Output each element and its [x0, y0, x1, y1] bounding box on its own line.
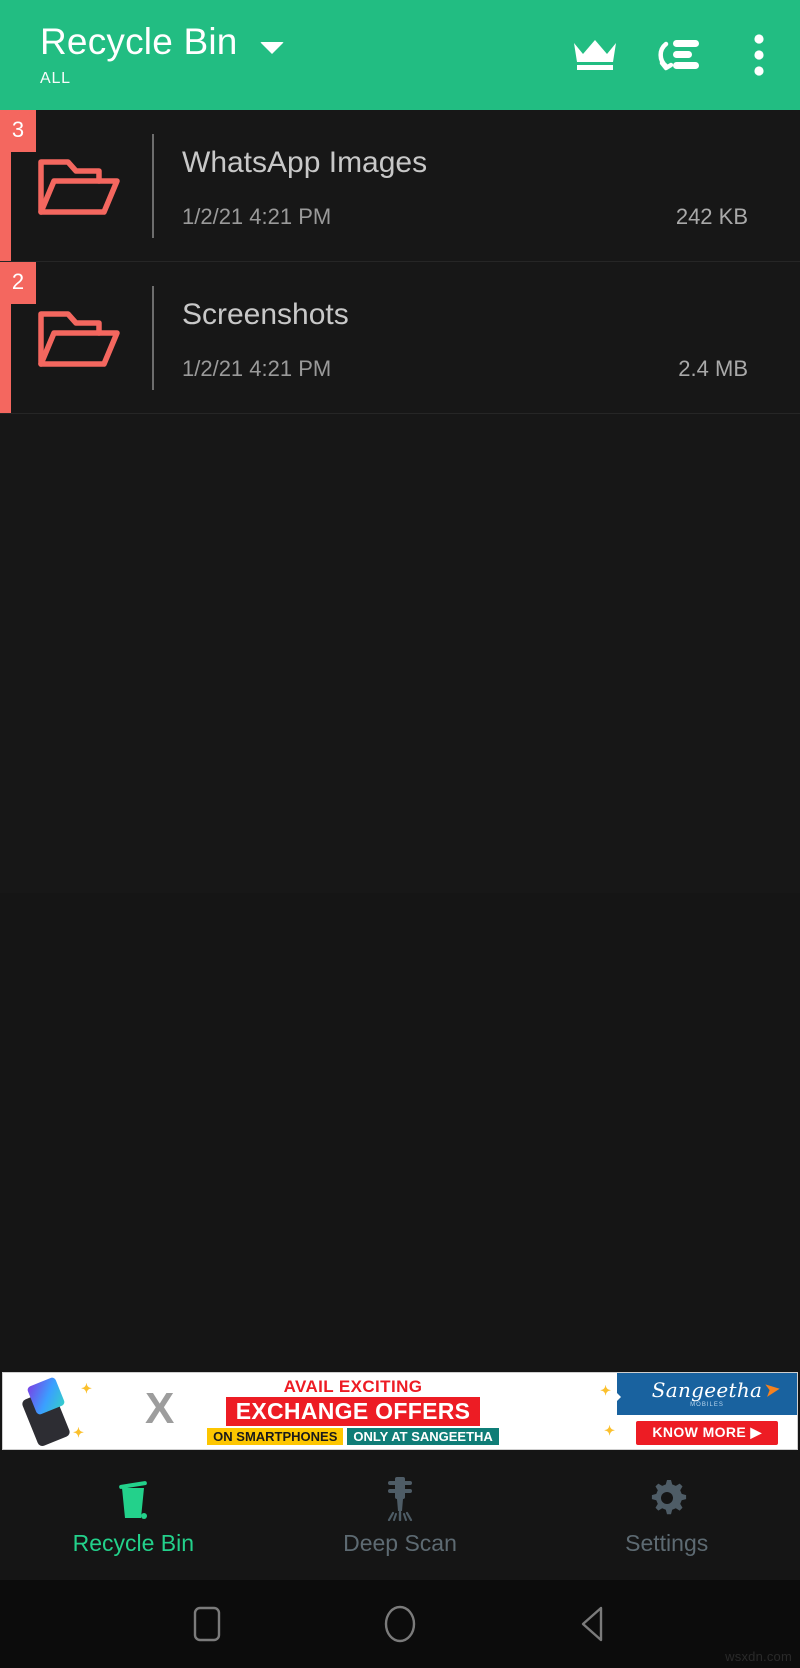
nav-item-deep-scan[interactable]: Deep Scan — [267, 1450, 534, 1580]
cross-mark-icon: X — [145, 1384, 175, 1433]
empty-area — [0, 893, 800, 1372]
nav-label-deep-scan: Deep Scan — [343, 1530, 457, 1556]
gear-icon — [646, 1475, 688, 1521]
filter-subtitle: ALL — [40, 70, 71, 87]
jackhammer-icon — [380, 1475, 420, 1521]
crown-icon[interactable] — [554, 0, 636, 110]
table-row[interactable]: 2 Screenshots 1/2/21 4:21 PM 2.4 MB — [0, 262, 800, 414]
nav-item-recycle-bin[interactable]: Recycle Bin — [0, 1450, 267, 1580]
row-meta: 1/2/21 4:21 PM 242 KB — [182, 204, 748, 230]
brand-name: Sangeetha — [651, 1378, 763, 1402]
deleted-date: 1/2/21 4:21 PM — [182, 355, 332, 381]
ad-right-panel: Sangeetha MOBILES ➤ KNOW MORE ▶ — [617, 1373, 797, 1449]
status-badge: 3 — [0, 110, 36, 152]
bottom-navigation: Recycle Bin Deep Scan Settings — [0, 1450, 800, 1580]
page-title: Recycle Bin — [40, 21, 238, 62]
row-divider — [152, 133, 154, 238]
home-button[interactable] — [365, 1589, 435, 1659]
android-system-nav: wsxdn.com — [0, 1580, 800, 1668]
table-row[interactable]: 3 WhatsApp Images 1/2/21 4:21 PM 242 KB — [0, 110, 800, 262]
file-size: 242 KB — [675, 203, 748, 229]
open-folder-icon — [0, 152, 152, 220]
recents-button[interactable] — [172, 1589, 242, 1659]
sparkle-icon: ✦ — [73, 1425, 84, 1440]
ad-tag-left: ON SMARTPHONES — [207, 1427, 344, 1445]
trash-bin-icon — [114, 1475, 152, 1521]
nav-item-settings[interactable]: Settings — [533, 1450, 800, 1580]
nav-label-recycle-bin: Recycle Bin — [72, 1530, 195, 1556]
nav-label-settings: Settings — [625, 1530, 709, 1556]
deleted-date: 1/2/21 4:21 PM — [182, 203, 332, 229]
back-button[interactable] — [558, 1589, 628, 1659]
know-more-button[interactable]: KNOW MORE ▶ — [636, 1421, 778, 1445]
row-content: Screenshots 1/2/21 4:21 PM 2.4 MB — [182, 286, 800, 390]
app-bar-title-group[interactable]: Recycle Bin ALL — [40, 20, 284, 88]
title-row: Recycle Bin — [40, 20, 284, 64]
ad-tag-right: ONLY AT SANGEETHA — [347, 1427, 499, 1445]
smartphone-image — [20, 1376, 75, 1448]
row-content: WhatsApp Images 1/2/21 4:21 PM 242 KB — [182, 134, 800, 238]
app-bar: Recycle Bin ALL — [0, 0, 800, 110]
brand-tagline: MOBILES — [690, 1402, 724, 1408]
watermark: wsxdn.com — [725, 1649, 792, 1664]
folder-name: WhatsApp Images — [182, 145, 428, 179]
chevron-down-icon[interactable] — [259, 42, 284, 54]
row-divider — [152, 285, 154, 390]
open-folder-icon — [0, 304, 152, 372]
ad-banner[interactable]: ✦ ✦ ✦ ✦ AVAIL EXCITING EXCHANGE OFFERS O… — [2, 1372, 798, 1450]
ad-headline: AVAIL EXCITING — [283, 1376, 423, 1396]
folder-name: Screenshots — [182, 297, 349, 331]
sort-icon[interactable] — [636, 0, 718, 110]
file-size: 2.4 MB — [678, 355, 748, 381]
ad-left-panel: ✦ ✦ ✦ ✦ AVAIL EXCITING EXCHANGE OFFERS O… — [3, 1373, 617, 1449]
ad-subheadline: EXCHANGE OFFERS — [225, 1396, 481, 1426]
recycle-bin-list: 3 WhatsApp Images 1/2/21 4:21 PM 242 KB … — [0, 110, 800, 893]
overflow-menu-icon[interactable] — [718, 0, 800, 110]
swoosh-icon: ➤ — [762, 1377, 783, 1403]
app-root: Recycle Bin ALL 3 WhatsApp Images 1/2/21… — [0, 0, 800, 1668]
app-bar-actions — [554, 0, 800, 110]
status-badge: 2 — [0, 262, 36, 304]
row-meta: 1/2/21 4:21 PM 2.4 MB — [182, 356, 748, 382]
brand-block: Sangeetha MOBILES ➤ — [617, 1373, 797, 1415]
ad-copy: AVAIL EXCITING EXCHANGE OFFERS ON SMARTP… — [95, 1375, 611, 1447]
ad-tags: ON SMARTPHONES ONLY AT SANGEETHA — [207, 1427, 499, 1445]
sparkle-icon: ✦ — [81, 1381, 92, 1396]
